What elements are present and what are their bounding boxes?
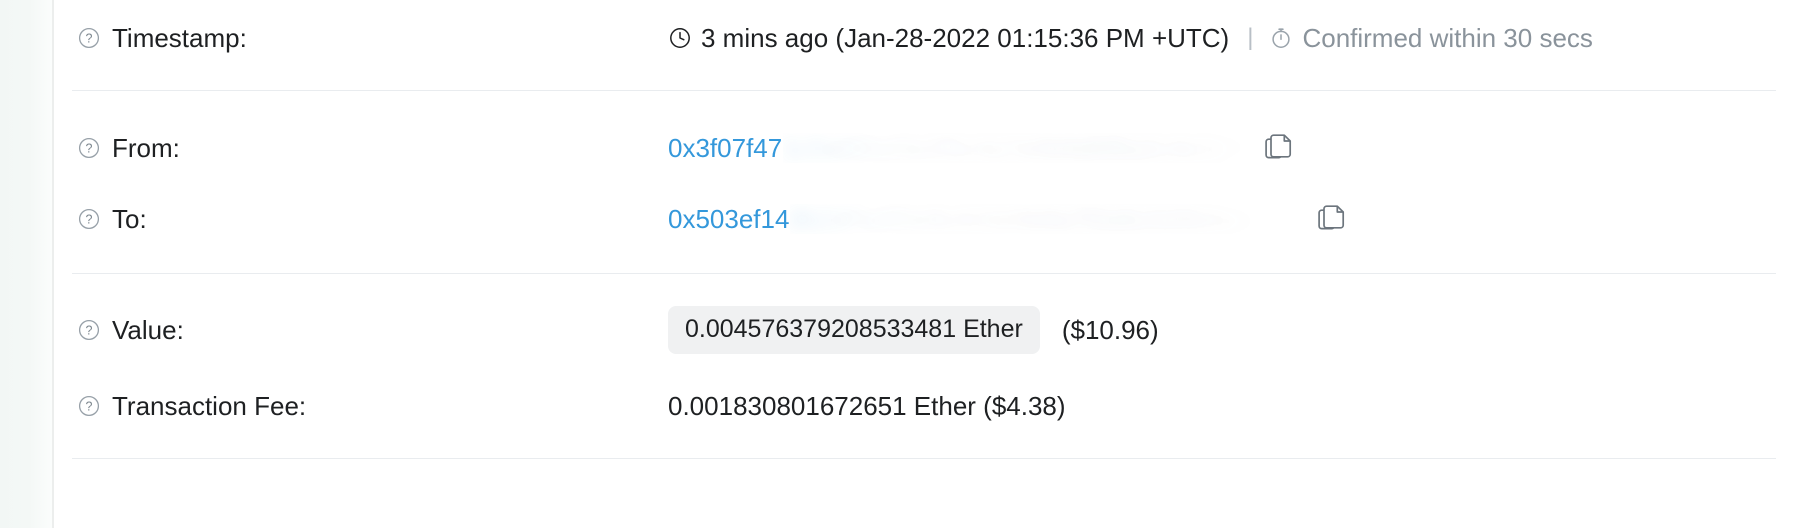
question-circle-icon[interactable]: ? [78,208,100,230]
row-transaction-fee: ? Transaction Fee: 0.001830801672651 Eth… [54,370,1794,442]
row-value: ? Value: 0.004576379208533481 Ether ($10… [54,294,1794,366]
to-label: To: [112,204,147,234]
from-address-redacted-shadow: 1c9a88bd3e2f5c4a7e0b9d6f8a2c4e1b7d [783,133,1257,163]
copy-icon[interactable] [1265,133,1292,163]
value-label-cell: ? Value: [54,317,668,343]
value-amount-chip: 0.004576379208533481 Ether [668,306,1040,354]
clock-icon [670,28,690,48]
timestamp-value-cell: 3 mins ago (Jan-28-2022 01:15:36 PM +UTC… [668,25,1794,51]
timestamp-label-cell: ? Timestamp: [54,25,668,51]
copy-icon[interactable] [1318,204,1345,234]
page-gutter [0,0,52,528]
svg-text:?: ? [86,213,93,227]
timestamp-separator: | [1247,24,1254,51]
transaction-details-panel: ? Timestamp: 3 mins ago (Jan-28-2022 01:… [54,0,1794,528]
stopwatch-icon [1272,28,1291,48]
value-value-cell: 0.004576379208533481 Ether ($10.96) [668,306,1794,354]
from-address-link[interactable]: 0x3f07f47 [668,135,782,161]
from-label: From: [112,133,180,163]
to-address-redacted: 8b2d7a6f0e9c415d3b8a7f2e6c0d9b4a1e 8b2d7… [790,204,1290,234]
row-timestamp: ? Timestamp: 3 mins ago (Jan-28-2022 01:… [54,2,1794,74]
divider-after-to [72,273,1776,274]
timestamp-label: Timestamp: [112,23,247,53]
from-address-redacted: 1c9a88bd3e2f5c4a7e0b9d6f8a2c4e1b7d 1c9a8… [783,133,1257,163]
divider-after-transaction-fee [72,458,1776,459]
timestamp-value: 3 mins ago (Jan-28-2022 01:15:36 PM +UTC… [701,23,1230,53]
to-address-wrap: 0x503ef14 8b2d7a6f0e9c415d3b8a7f2e6c0d9b… [668,204,1290,234]
to-address-link[interactable]: 0x503ef14 [668,206,789,232]
to-label-cell: ? To: [54,206,668,232]
question-circle-icon[interactable]: ? [78,137,100,159]
transaction-fee-label: Transaction Fee: [112,391,307,421]
question-circle-icon[interactable]: ? [78,395,100,417]
svg-text:?: ? [86,142,93,156]
transaction-fee-value: 0.001830801672651 Ether ($4.38) [668,391,1066,421]
svg-text:?: ? [86,32,93,46]
to-value-cell: 0x503ef14 8b2d7a6f0e9c415d3b8a7f2e6c0d9b… [668,204,1794,234]
question-circle-icon[interactable]: ? [78,319,100,341]
question-circle-icon[interactable]: ? [78,27,100,49]
row-from: ? From: 0x3f07f47 1c9a88bd3e2f5c4a7e0b9d… [54,112,1794,184]
row-to: ? To: 0x503ef14 8b2d7a6f0e9c415d3b8a7f2e… [54,183,1794,255]
divider-after-timestamp [72,90,1776,91]
svg-text:?: ? [86,324,93,338]
value-label: Value: [112,315,184,345]
transaction-fee-label-cell: ? Transaction Fee: [54,393,668,419]
timestamp-confirmation: Confirmed within 30 secs [1302,23,1593,53]
svg-text:?: ? [86,400,93,414]
transaction-fee-value-cell: 0.001830801672651 Ether ($4.38) [668,393,1794,419]
from-value-cell: 0x3f07f47 1c9a88bd3e2f5c4a7e0b9d6f8a2c4e… [668,133,1794,163]
from-address-wrap: 0x3f07f47 1c9a88bd3e2f5c4a7e0b9d6f8a2c4e… [668,133,1257,163]
from-label-cell: ? From: [54,135,668,161]
to-address-redacted-shadow: 8b2d7a6f0e9c415d3b8a7f2e6c0d9b4a1e [790,204,1265,234]
value-usd: ($10.96) [1061,315,1159,345]
